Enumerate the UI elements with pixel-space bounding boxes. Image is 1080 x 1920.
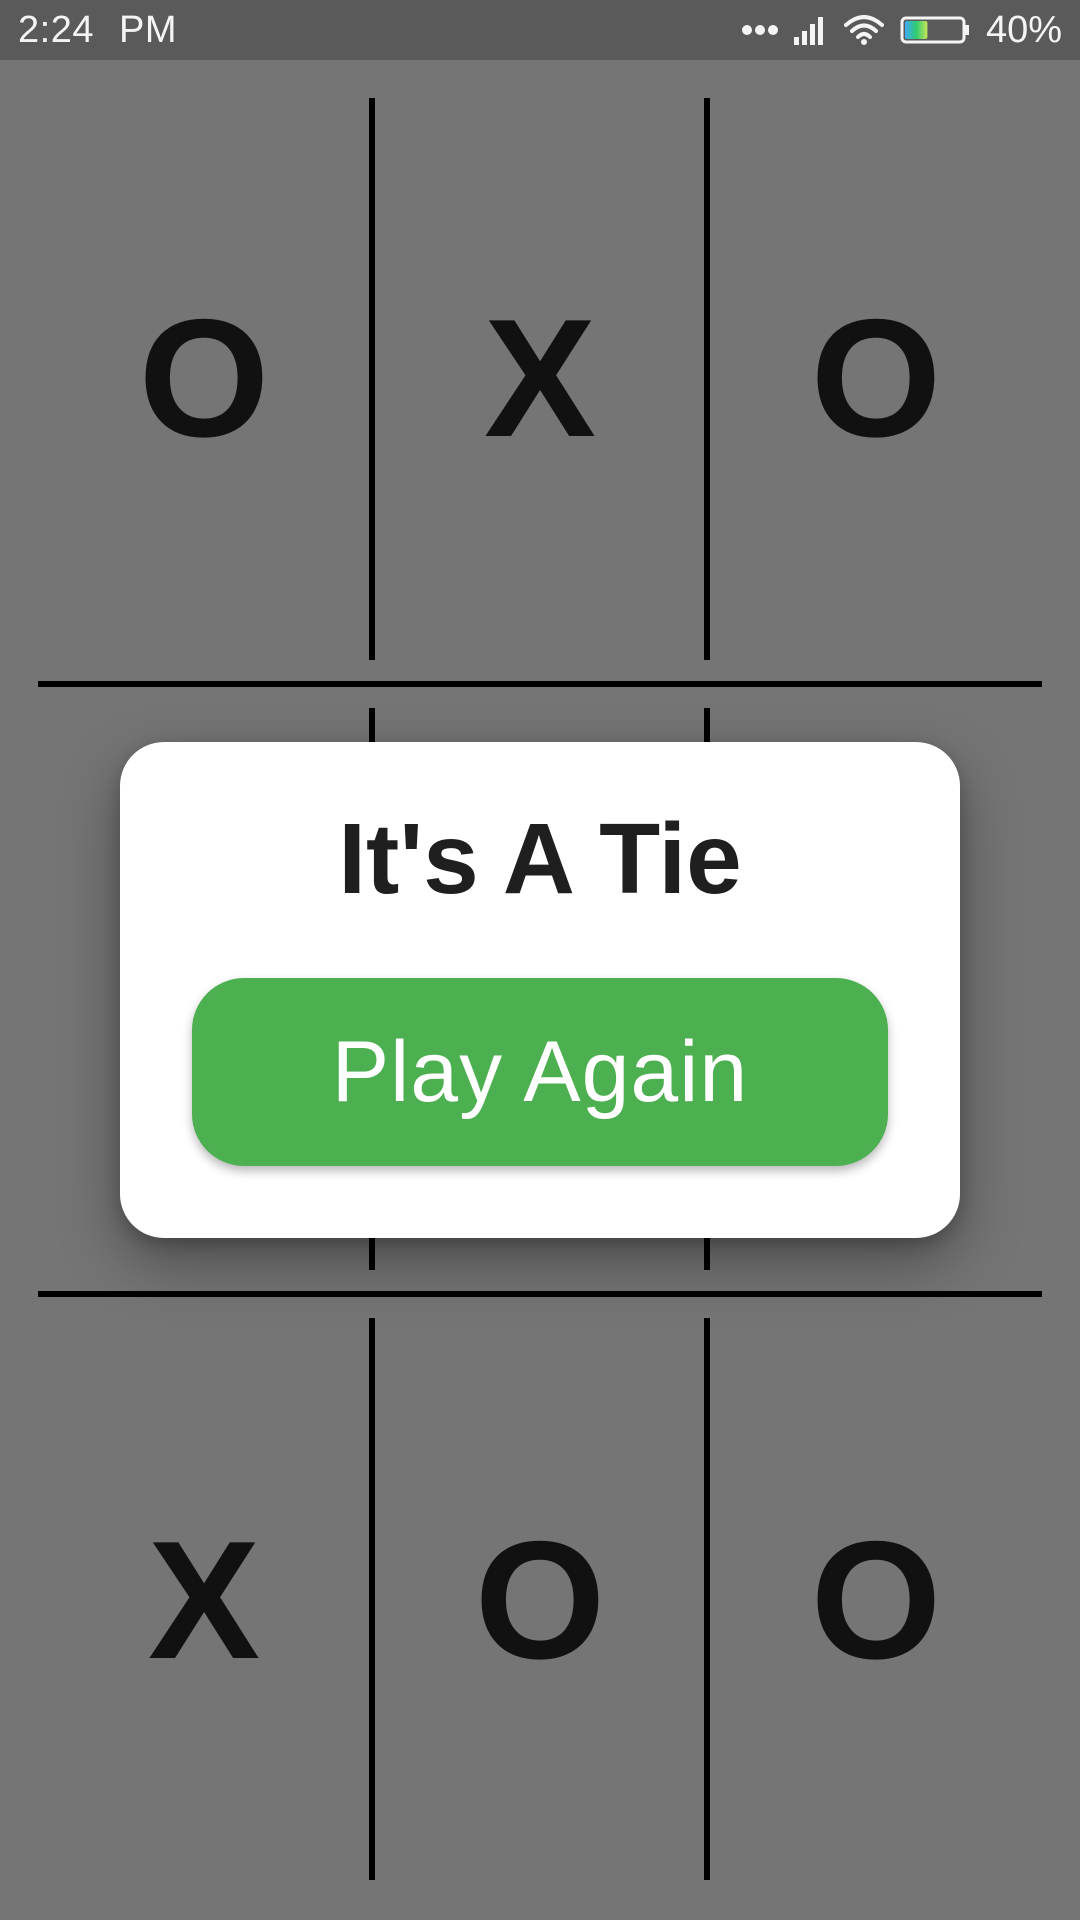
battery-icon: [900, 15, 970, 45]
grid-line-vertical: [704, 98, 710, 660]
cell-mark: O: [810, 1506, 942, 1694]
grid-line-vertical: [369, 98, 375, 660]
grid-line-vertical: [704, 1318, 710, 1880]
board-cell-1-1[interactable]: O: [36, 98, 372, 658]
status-time: 2:24 PM: [18, 8, 177, 52]
wifi-icon: [843, 15, 884, 45]
cell-mark: O: [138, 284, 270, 472]
status-bar: 2:24 PM 40%: [0, 0, 1080, 60]
status-time-ampm: PM: [119, 9, 178, 51]
grid-line-vertical: [369, 1318, 375, 1880]
board-cell-1-2[interactable]: X: [372, 98, 708, 658]
grid-line-horizontal: [38, 681, 1042, 687]
result-dialog: It's A Tie Play Again: [120, 742, 960, 1238]
board-cell-3-2[interactable]: O: [372, 1320, 708, 1880]
signal-icon: [793, 15, 828, 45]
cell-mark: O: [810, 284, 942, 472]
cell-mark: X: [483, 284, 597, 472]
cell-mark: X: [147, 1506, 261, 1694]
more-dots-icon: [741, 24, 778, 36]
grid-line-horizontal: [38, 1291, 1042, 1297]
battery-percent: 40%: [985, 9, 1062, 51]
status-icons: 40%: [741, 8, 1062, 52]
play-again-button[interactable]: Play Again: [192, 978, 888, 1166]
board-cell-3-3[interactable]: O: [708, 1320, 1044, 1880]
board-cell-1-3[interactable]: O: [708, 98, 1044, 658]
board-cell-3-1[interactable]: X: [36, 1320, 372, 1880]
cell-mark: O: [474, 1506, 606, 1694]
result-title: It's A Tie: [338, 803, 742, 915]
status-time-value: 2:24: [18, 9, 94, 51]
